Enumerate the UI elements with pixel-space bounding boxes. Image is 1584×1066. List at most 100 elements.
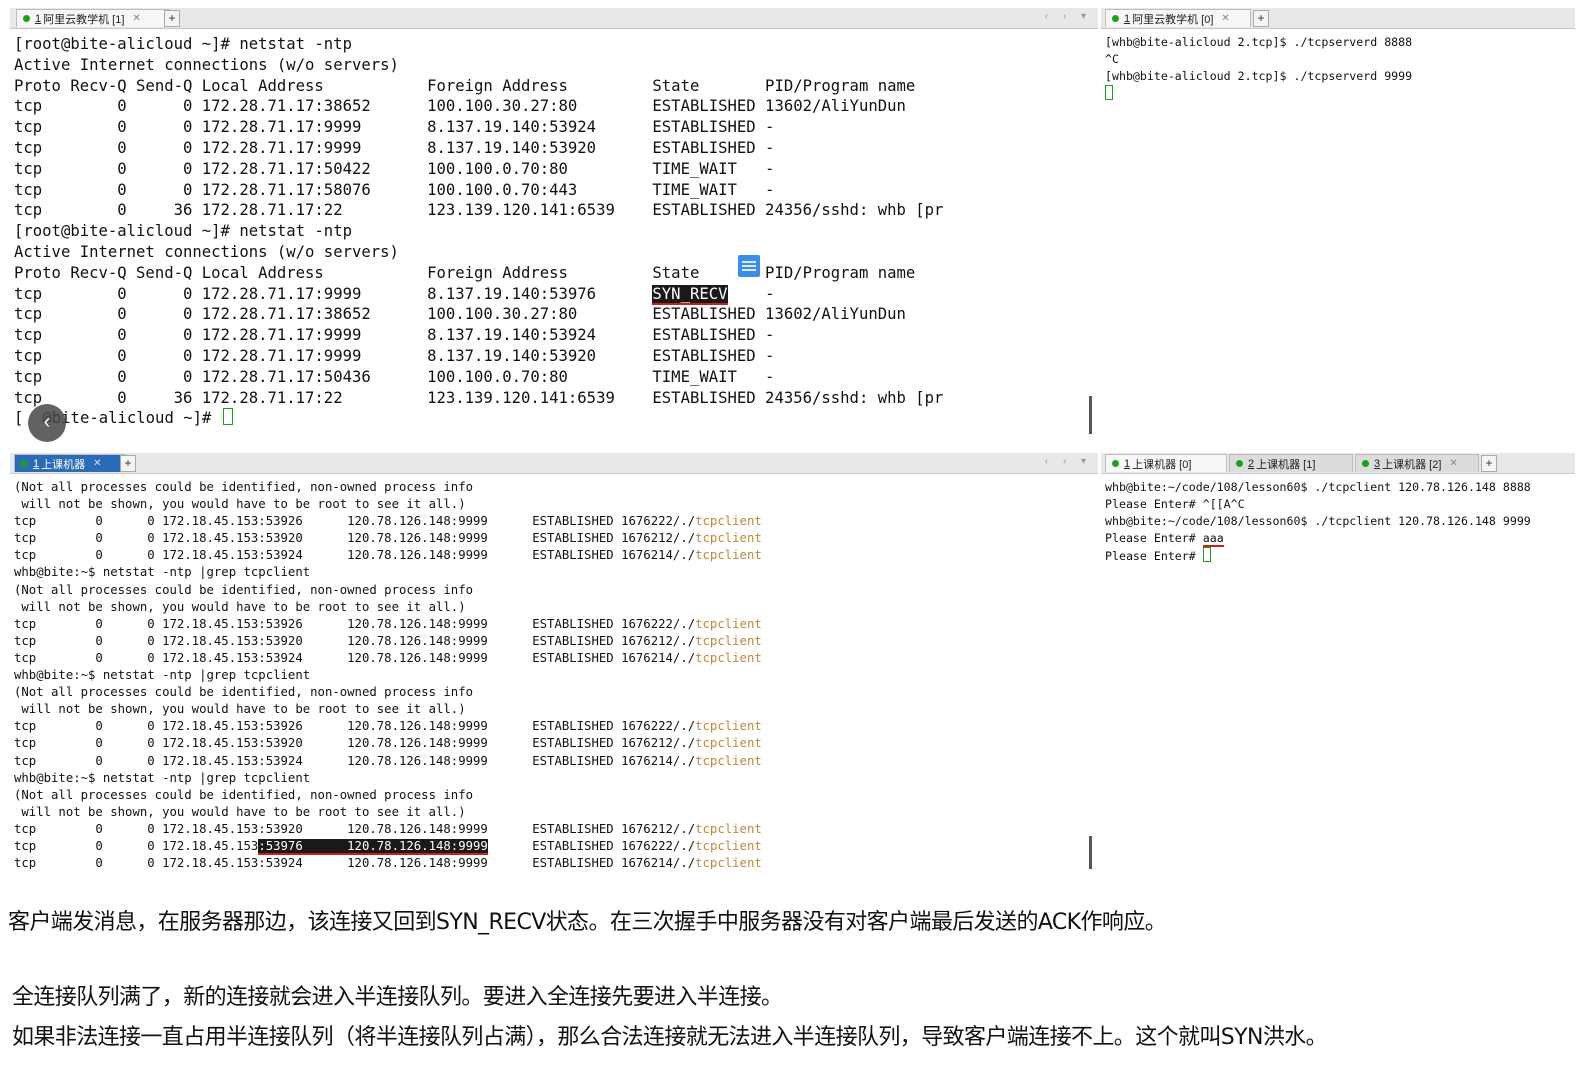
tab-label: 上课机器 [2]: [1382, 458, 1442, 471]
tab-class-machine[interactable]: 1 上课机器 ✕: [14, 454, 126, 472]
prompt-prefix: [: [14, 409, 24, 428]
new-tab-button[interactable]: +: [1481, 455, 1497, 472]
terminal-line: tcp 0 0 172.28.71.17:38652 100.100.30.27…: [14, 97, 906, 116]
row-path: /./: [672, 821, 696, 836]
terminal-line: (Not all processes could be identified, …: [14, 685, 474, 700]
program-name: tcpclient: [695, 531, 762, 546]
terminal-line: Proto Recv-Q Send-Q Local Address Foreig…: [14, 76, 916, 95]
netstat-row: tcp 0 0 172.18.45.153:53920 120.78.126.1…: [14, 821, 1086, 838]
terminal-line: will not be shown, you would have to be …: [14, 804, 466, 819]
program-name: tcpclient: [695, 616, 762, 631]
netstat-row-selected: tcp 0 0 172.18.45.153:53976 120.78.126.1…: [14, 838, 1086, 855]
syn-row-prefix: tcp 0 0 172.28.71.17:9999 8.137.19.140:5…: [14, 284, 653, 303]
terminal-line: tcp 0 0 172.28.71.17:50436 100.100.0.70:…: [14, 367, 775, 386]
row-text: tcp 0 0 172.18.45.153:53926 120.78.126.1…: [14, 616, 673, 631]
status-dot-icon: [1112, 460, 1119, 467]
row-path: /./: [672, 514, 696, 529]
terminal-pane-bottom-left[interactable]: 1 上课机器 ✕ + ‹ › ▾ (Not all processes coul…: [10, 453, 1098, 869]
scrollbar[interactable]: [1089, 396, 1092, 434]
row-text: tcp 0 0 172.18.45.153:53920 120.78.126.1…: [14, 821, 673, 836]
row-text: tcp 0 0 172.18.45.153:53920 120.78.126.1…: [14, 531, 673, 546]
terminal-line: (Not all processes could be identified, …: [14, 582, 474, 597]
terminal-line: ^C: [1105, 52, 1119, 66]
tab-label: 上课机器 [1]: [1256, 458, 1316, 471]
row-text: tcp 0 0 172.18.45.153:53926 120.78.126.1…: [14, 719, 673, 734]
tab-aliyun-1[interactable]: 1 阿里云教学机 [1] ✕: [16, 9, 170, 27]
close-icon[interactable]: ✕: [1449, 458, 1457, 469]
typed-input: aaa: [1202, 531, 1224, 547]
tab-scroll-arrows-icon[interactable]: ‹ › ▾: [1045, 11, 1092, 22]
prompt-line: [@bite-alicloud ~]#: [14, 408, 1086, 429]
close-icon[interactable]: ✕: [93, 458, 101, 469]
row-text: ESTABLISHED 1676222: [487, 838, 673, 853]
row-path: /./: [672, 856, 696, 869]
row-text: tcp 0 0 172.18.45.153:53924 120.78.126.1…: [14, 753, 673, 768]
back-button[interactable]: ‹: [28, 404, 66, 442]
terminal-line: whb@bite:~$ netstat -ntp |grep tcpclient: [14, 668, 311, 683]
terminal-pane-top-left[interactable]: 1 阿里云教学机 [1] ✕ + ‹ › ▾ [root@bite-aliclo…: [10, 8, 1098, 450]
row-text: tcp 0 0 172.18.45.153: [14, 838, 259, 853]
program-name: tcpclient: [695, 821, 762, 836]
terminal-output: [whb@bite-alicloud 2.tcp]$ ./tcpserverd …: [1105, 34, 1563, 100]
tab-class-machine-2[interactable]: 3 上课机器 [2] ✕: [1355, 454, 1479, 472]
terminal-line: (Not all processes could be identified, …: [14, 787, 474, 802]
program-name: tcpclient: [695, 838, 762, 853]
netstat-row: tcp 0 0 172.18.45.153:53920 120.78.126.1…: [14, 633, 1086, 650]
terminal-line: whb@bite:~/code/108/lesson60$ ./tcpclien…: [1105, 480, 1531, 494]
terminal-line: (Not all processes could be identified, …: [14, 480, 474, 494]
program-name: tcpclient: [695, 514, 762, 529]
terminal-output: (Not all processes could be identified, …: [14, 479, 1086, 869]
terminal-line: [whb@bite-alicloud 2.tcp]$ ./tcpserverd …: [1105, 69, 1413, 83]
tab-label: 上课机器: [41, 458, 86, 471]
row-path: /./: [672, 753, 696, 768]
tab-index: 2: [1248, 457, 1255, 470]
netstat-row: tcp 0 0 172.18.45.153:53926 120.78.126.1…: [14, 513, 1086, 530]
row-text: tcp 0 0 172.18.45.153:53920 120.78.126.1…: [14, 633, 673, 648]
netstat-row: tcp 0 0 172.18.45.153:53924 120.78.126.1…: [14, 650, 1086, 667]
tab-index: 1: [1124, 457, 1131, 470]
program-name: tcpclient: [695, 736, 762, 751]
row-path: /./: [672, 719, 696, 734]
tab-class-machine-1[interactable]: 2 上课机器 [1]: [1229, 454, 1353, 472]
tab-class-machine-0[interactable]: 1 上课机器 [0]: [1105, 454, 1227, 472]
row-text: tcp 0 0 172.18.45.153:53926 120.78.126.1…: [14, 514, 673, 529]
row-path: /./: [672, 633, 696, 648]
row-text: tcp 0 0 172.18.45.153:53924 120.78.126.1…: [14, 856, 673, 869]
netstat-row: tcp 0 0 172.18.45.153:53926 120.78.126.1…: [14, 616, 1086, 633]
close-icon[interactable]: ✕: [1221, 13, 1229, 24]
terminal-line: whb@bite:~/code/108/lesson60$ ./tcpclien…: [1105, 514, 1531, 528]
row-path: /./: [672, 736, 696, 751]
tab-index: 1: [33, 457, 40, 470]
scrollbar[interactable]: [1089, 836, 1092, 869]
netstat-row: tcp 0 0 172.18.45.153:53924 120.78.126.1…: [14, 547, 1086, 564]
tab-aliyun-0[interactable]: 1 阿里云教学机 [0] ✕: [1105, 9, 1251, 27]
caption-line-1: 客户端发消息，在服务器那边，该连接又回到SYN_RECV状态。在三次握手中服务器…: [8, 910, 1167, 935]
syn-row-suffix: -: [727, 284, 775, 303]
tab-bar: 1 阿里云教学机 [0] ✕ +: [1101, 8, 1575, 29]
close-icon[interactable]: ✕: [132, 13, 140, 24]
caption-line-3: 如果非法连接一直占用半连接队列（将半连接队列占满），那么合法连接就无法进入半连接…: [12, 1025, 1328, 1050]
terminal-cursor: [222, 408, 233, 426]
status-dot-icon: [1236, 460, 1243, 467]
selected-text: :53976 120.78.126.148:9999: [258, 838, 488, 855]
row-path: /./: [672, 548, 696, 563]
status-dot-icon: [21, 460, 28, 467]
terminal-line: tcp 0 0 172.28.71.17:58076 100.100.0.70:…: [14, 180, 775, 199]
notes-icon: [738, 255, 760, 277]
terminal-line: will not be shown, you would have to be …: [14, 702, 466, 717]
new-tab-button[interactable]: +: [164, 10, 180, 27]
terminal-pane-top-right[interactable]: 1 阿里云教学机 [0] ✕ + [whb@bite-alicloud 2.tc…: [1101, 8, 1575, 450]
tab-scroll-arrows-icon[interactable]: ‹ › ▾: [1045, 456, 1092, 467]
status-dot-icon: [1362, 460, 1369, 467]
row-path: /./: [672, 531, 696, 546]
new-tab-button[interactable]: +: [120, 455, 136, 472]
tab-index: 3: [1374, 457, 1381, 470]
new-tab-button[interactable]: +: [1253, 10, 1269, 27]
terminal-line: tcp 0 0 172.28.71.17:38652 100.100.30.27…: [14, 305, 906, 324]
cursor-line: [1105, 85, 1563, 102]
terminal-pane-bottom-right[interactable]: 1 上课机器 [0] 2 上课机器 [1] 3 上课机器 [2] ✕ + whb…: [1101, 453, 1575, 869]
terminal-line: Active Internet connections (w/o servers…: [14, 55, 399, 74]
status-dot-icon: [1112, 15, 1119, 22]
terminal-line-syn: tcp 0 0 172.28.71.17:9999 8.137.19.140:5…: [14, 284, 1086, 305]
terminal-line: Active Internet connections (w/o servers…: [14, 242, 399, 261]
